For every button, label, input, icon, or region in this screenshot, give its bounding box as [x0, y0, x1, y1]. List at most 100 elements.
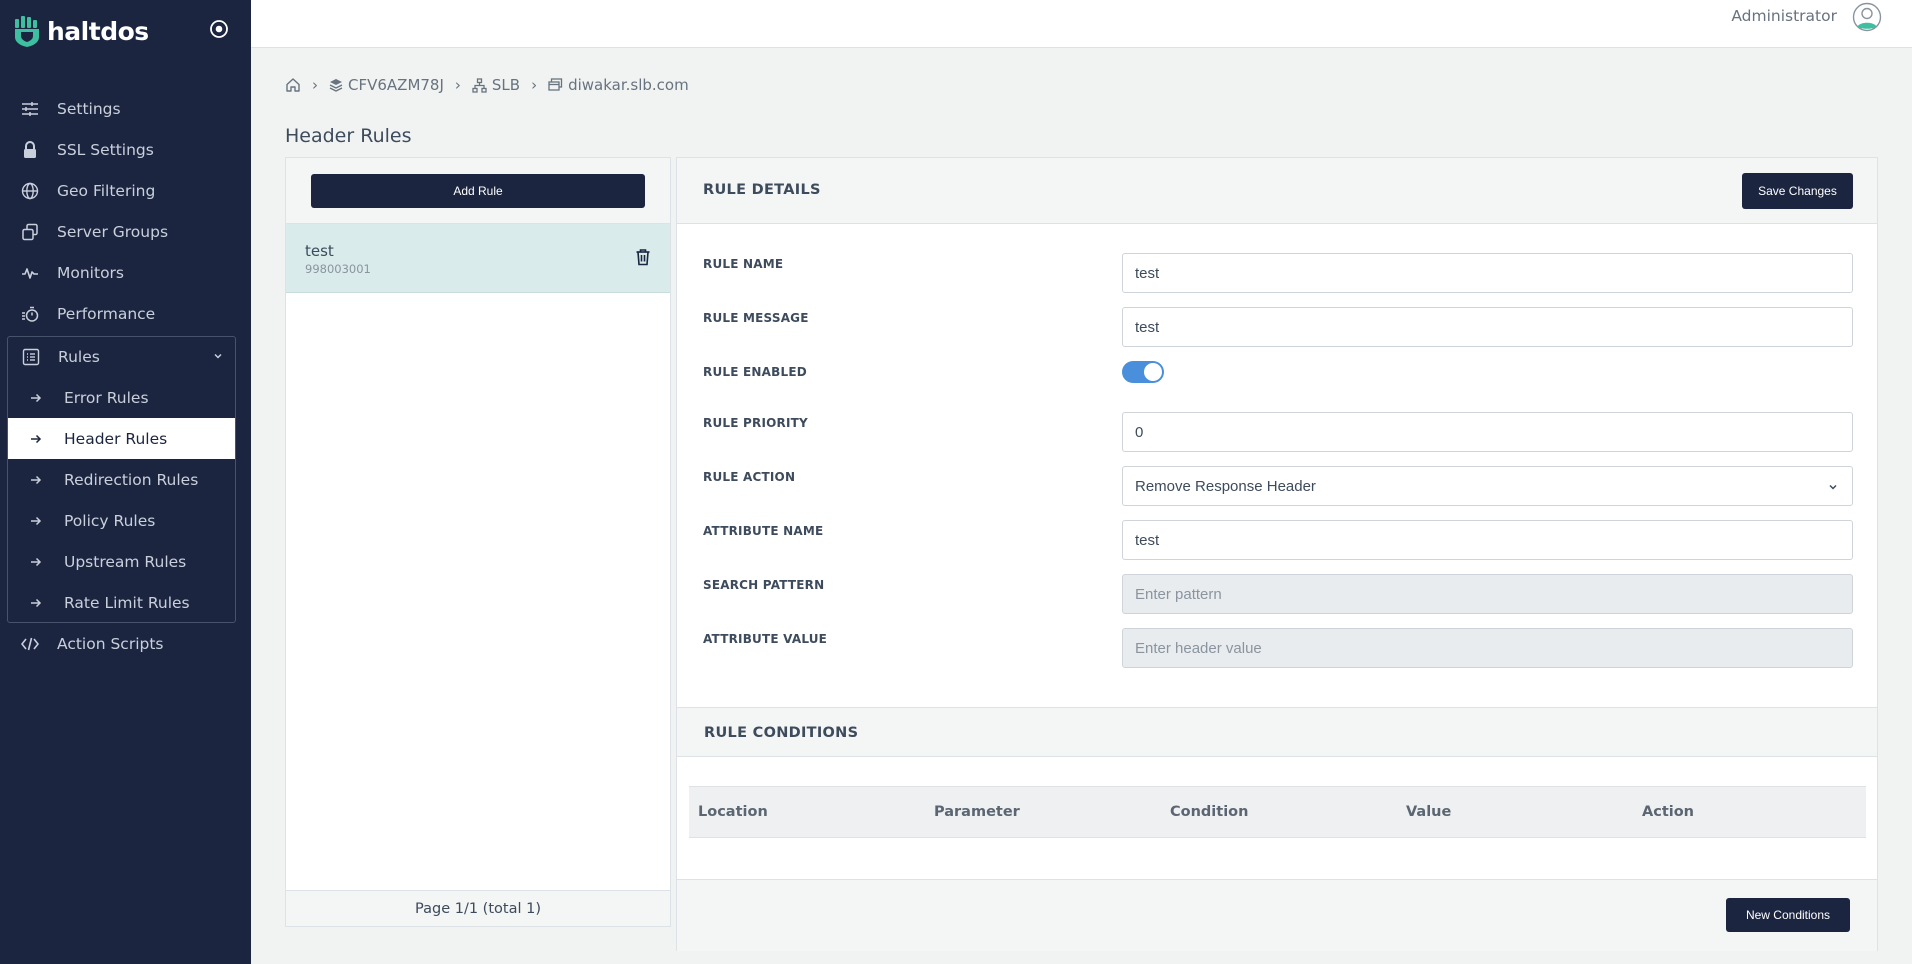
rule-conditions-header: RULE CONDITIONS: [677, 707, 1877, 757]
sidebar-item-rules[interactable]: Rules: [8, 337, 235, 377]
sidebar-item-rate-limit-rules[interactable]: Rate Limit Rules: [8, 582, 235, 623]
sidebar-item-label: Action Scripts: [57, 634, 164, 653]
sidebar-item-label: Rate Limit Rules: [64, 593, 190, 612]
attribute-value-label: ATTRIBUTE VALUE: [703, 632, 828, 646]
sidebar-item-label: Rules: [58, 348, 100, 366]
sidebar-item-label: SSL Settings: [57, 140, 154, 159]
brand-name: haltdos: [47, 16, 149, 46]
sitemap-icon: [472, 77, 487, 93]
sidebar-item-label: Geo Filtering: [57, 181, 156, 200]
user-avatar-icon[interactable]: [1852, 2, 1882, 32]
sidebar-item-policy-rules[interactable]: Policy Rules: [8, 500, 235, 541]
sidebar-item-label: Settings: [57, 99, 121, 118]
attribute-name-label: ATTRIBUTE NAME: [703, 524, 824, 538]
breadcrumb-home[interactable]: [285, 77, 301, 93]
pulse-icon: [20, 263, 40, 283]
chevron-down-icon: [214, 353, 222, 359]
sidebar-item-label: Policy Rules: [64, 511, 156, 530]
sidebar-item-label: Upstream Rules: [64, 552, 187, 571]
column-header-location: Location: [698, 804, 768, 820]
rule-action-value: Remove Response Header: [1135, 477, 1316, 495]
form-row-rule-enabled: RULE ENABLED: [703, 361, 1853, 401]
arrow-right-icon: [30, 393, 44, 403]
sidebar-nav: Settings SSL Settings Geo Filtering Serv…: [0, 88, 251, 334]
topbar: Administrator: [251, 0, 1912, 48]
breadcrumb-separator: ›: [454, 76, 461, 94]
sliders-icon: [20, 99, 40, 119]
trash-icon[interactable]: [635, 248, 651, 266]
list-item[interactable]: test 998003001: [286, 224, 670, 293]
breadcrumb-service[interactable]: SLB: [472, 76, 520, 94]
rule-message-label: RULE MESSAGE: [703, 311, 809, 325]
form-row-search-pattern: SEARCH PATTERN: [703, 574, 1853, 614]
rules-list-panel: Add Rule test 998003001 Page 1/1 (total …: [285, 157, 671, 927]
attribute-name-input[interactable]: [1122, 520, 1853, 560]
sidebar-item-geo-filtering[interactable]: Geo Filtering: [0, 170, 251, 211]
sidebar-nav-bottom: Action Scripts: [0, 623, 251, 664]
layers-icon: [329, 79, 343, 92]
rule-priority-input[interactable]: [1122, 412, 1853, 452]
arrow-right-icon: [30, 598, 44, 608]
breadcrumb-label: CFV6AZM78J: [348, 76, 444, 94]
rule-priority-label: RULE PRIORITY: [703, 416, 808, 430]
attribute-value-input[interactable]: [1122, 628, 1853, 668]
rule-action-label: RULE ACTION: [703, 470, 796, 484]
rule-enabled-toggle[interactable]: [1122, 361, 1164, 383]
rule-name-input[interactable]: [1122, 253, 1853, 293]
sidebar-item-settings[interactable]: Settings: [0, 88, 251, 129]
arrow-right-icon: [30, 516, 44, 526]
brand[interactable]: haltdos: [14, 14, 149, 48]
sidebar-item-error-rules[interactable]: Error Rules: [8, 377, 235, 418]
rule-enabled-label: RULE ENABLED: [703, 365, 807, 379]
breadcrumb-separator: ›: [531, 76, 538, 94]
sidebar-item-redirection-rules[interactable]: Redirection Rules: [8, 459, 235, 500]
list-icon: [21, 347, 41, 367]
stopwatch-icon: [20, 304, 40, 324]
home-icon: [286, 78, 300, 92]
form-row-rule-action: RULE ACTION Remove Response Header: [703, 466, 1853, 506]
column-header-parameter: Parameter: [934, 804, 1020, 820]
sidebar-item-label: Error Rules: [64, 388, 149, 407]
arrow-right-icon: [30, 475, 44, 485]
search-pattern-label: SEARCH PATTERN: [703, 578, 825, 592]
server-groups-icon: [20, 222, 40, 242]
breadcrumb-label: SLB: [491, 76, 521, 94]
rule-details-header: RULE DETAILS Save Changes: [677, 158, 1877, 224]
rules-list-header: Add Rule: [286, 158, 670, 224]
sidebar-item-server-groups[interactable]: Server Groups: [0, 211, 251, 252]
column-header-condition: Condition: [1170, 804, 1249, 820]
arrow-right-icon: [30, 434, 44, 444]
sidebar-item-label: Monitors: [57, 263, 124, 282]
sidebar-item-ssl-settings[interactable]: SSL Settings: [0, 129, 251, 170]
arrow-right-icon: [30, 557, 44, 567]
form-row-attribute-name: ATTRIBUTE NAME: [703, 520, 1853, 560]
toggle-knob: [1144, 363, 1162, 381]
sidebar-item-action-scripts[interactable]: Action Scripts: [0, 623, 251, 664]
breadcrumb-separator: ›: [312, 76, 318, 94]
breadcrumb-domain[interactable]: diwakar.slb.com: [548, 76, 689, 94]
rule-message-input[interactable]: [1122, 307, 1853, 347]
sidebar-toggle-icon[interactable]: [208, 18, 230, 40]
code-icon: [20, 634, 40, 654]
rule-details-title: RULE DETAILS: [703, 182, 821, 198]
user-name[interactable]: Administrator: [1731, 7, 1837, 25]
search-pattern-input[interactable]: [1122, 574, 1853, 614]
breadcrumb-label: diwakar.slb.com: [568, 76, 689, 94]
form-row-rule-name: RULE NAME: [703, 253, 1853, 293]
sidebar-item-header-rules[interactable]: Header Rules: [8, 418, 235, 459]
save-changes-button[interactable]: Save Changes: [1742, 173, 1853, 209]
globe-icon: [20, 181, 40, 201]
add-rule-button[interactable]: Add Rule: [311, 173, 645, 208]
haltdos-logo-icon: [15, 16, 39, 47]
rule-details-panel: RULE DETAILS Save Changes RULE NAME RULE…: [676, 157, 1878, 951]
new-conditions-button[interactable]: New Conditions: [1726, 898, 1850, 932]
sidebar-item-performance[interactable]: Performance: [0, 293, 251, 334]
sidebar-group-rules: Rules Error Rules Header Rules Redirecti…: [7, 336, 236, 623]
rule-name-label: RULE NAME: [703, 257, 784, 271]
sidebar-item-upstream-rules[interactable]: Upstream Rules: [8, 541, 235, 582]
rule-action-select[interactable]: Remove Response Header: [1122, 466, 1853, 506]
sidebar-item-monitors[interactable]: Monitors: [0, 252, 251, 293]
sidebar-item-label: Performance: [57, 304, 156, 323]
breadcrumb: › CFV6AZM78J › SLB › diwakar.slb.com: [285, 75, 689, 95]
breadcrumb-account[interactable]: CFV6AZM78J: [329, 76, 444, 94]
